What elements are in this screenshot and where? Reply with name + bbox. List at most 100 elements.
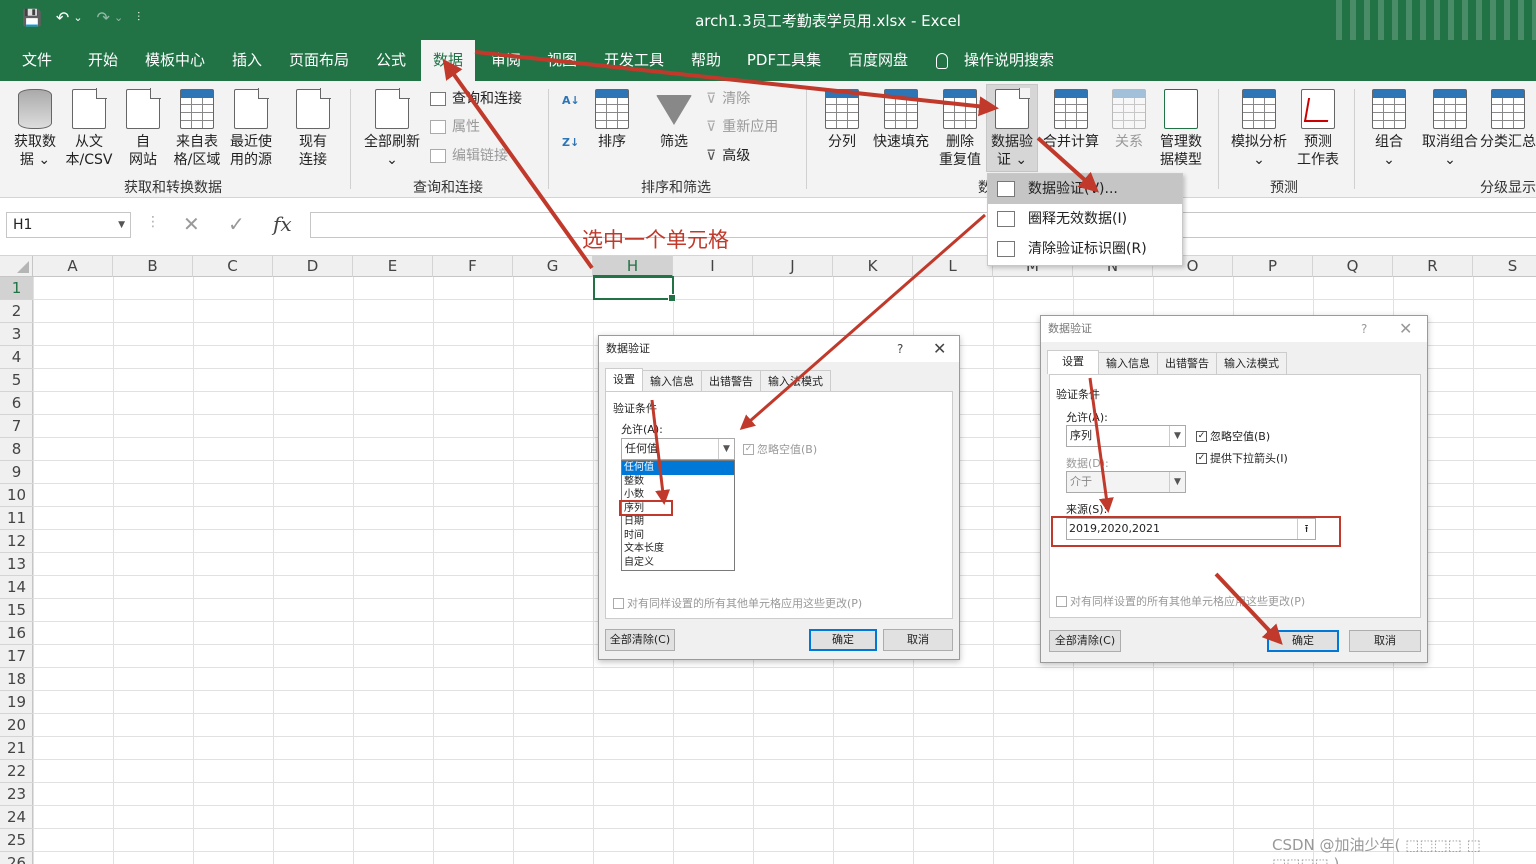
- row-header-3[interactable]: 3: [0, 323, 33, 346]
- column-header-c[interactable]: C: [193, 256, 273, 277]
- tab-settings[interactable]: 设置: [1047, 350, 1099, 374]
- remove-duplicates-button[interactable]: 删除 重复值: [936, 89, 984, 169]
- sort-button[interactable]: 排序: [590, 89, 634, 151]
- column-header-d[interactable]: D: [273, 256, 353, 277]
- edit-links-button[interactable]: 编辑链接: [430, 145, 508, 167]
- list-item[interactable]: 任何值: [622, 461, 734, 475]
- sort-descending-button[interactable]: Z↓: [562, 137, 579, 149]
- row-header-14[interactable]: 14: [0, 576, 33, 599]
- row-header-11[interactable]: 11: [0, 507, 33, 530]
- row-header-18[interactable]: 18: [0, 668, 33, 691]
- column-header-i[interactable]: I: [673, 256, 753, 277]
- refresh-all-button[interactable]: 全部刷新 ⌄: [358, 88, 426, 169]
- queries-connections-button[interactable]: 查询和连接: [430, 88, 522, 110]
- allow-select[interactable]: 序列 ▼: [1066, 425, 1186, 447]
- forecast-sheet-button[interactable]: 预测 工作表: [1292, 89, 1344, 169]
- ungroup-button[interactable]: 取消组合 ⌄: [1416, 89, 1484, 169]
- tab-review[interactable]: 审阅: [481, 40, 531, 81]
- name-box[interactable]: H1 ▼: [6, 212, 131, 238]
- row-header-10[interactable]: 10: [0, 484, 33, 507]
- column-header-h[interactable]: H: [593, 256, 673, 277]
- column-header-q[interactable]: Q: [1313, 256, 1393, 277]
- row-header-16[interactable]: 16: [0, 622, 33, 645]
- text-to-columns-button[interactable]: 分列: [820, 89, 864, 151]
- filter-button[interactable]: 筛选: [652, 89, 696, 151]
- get-data-button[interactable]: 获取数 据 ⌄: [8, 89, 62, 169]
- tab-error-alert[interactable]: 出错警告: [701, 370, 761, 392]
- select-all-corner[interactable]: [0, 256, 33, 277]
- in-cell-dropdown-checkbox[interactable]: ✓ 提供下拉箭头(I): [1196, 450, 1288, 466]
- row-header-2[interactable]: 2: [0, 300, 33, 323]
- column-header-a[interactable]: A: [33, 256, 113, 277]
- from-web-button[interactable]: 自 网站: [122, 88, 164, 169]
- row-header-13[interactable]: 13: [0, 553, 33, 576]
- row-header-15[interactable]: 15: [0, 599, 33, 622]
- column-header-e[interactable]: E: [353, 256, 433, 277]
- data-select[interactable]: 介于 ▼: [1066, 471, 1186, 493]
- row-header-22[interactable]: 22: [0, 760, 33, 783]
- row-header-25[interactable]: 25: [0, 829, 33, 852]
- ignore-blank-checkbox[interactable]: ✓ 忽略空值(B): [1196, 428, 1270, 444]
- row-header-6[interactable]: 6: [0, 392, 33, 415]
- column-header-l[interactable]: L: [913, 256, 993, 277]
- column-header-k[interactable]: K: [833, 256, 913, 277]
- column-header-b[interactable]: B: [113, 256, 193, 277]
- ok-button[interactable]: 确定: [1267, 630, 1339, 652]
- list-item[interactable]: 自定义: [622, 556, 734, 570]
- row-header-23[interactable]: 23: [0, 783, 33, 806]
- apply-all-checkbox[interactable]: 对有同样设置的所有其他单元格应用这些更改(P): [1056, 593, 1305, 609]
- tab-input-message[interactable]: 输入信息: [642, 370, 702, 392]
- chevron-down-icon[interactable]: ▼: [1169, 426, 1185, 446]
- ok-button[interactable]: 确定: [809, 629, 877, 651]
- menu-item-circle-invalid[interactable]: 圈释无效数据(I): [988, 204, 1182, 234]
- tab-input-message[interactable]: 输入信息: [1098, 352, 1158, 374]
- row-header-17[interactable]: 17: [0, 645, 33, 668]
- list-item[interactable]: 日期: [622, 515, 734, 529]
- data-validation-button[interactable]: 数据验 证 ⌄: [986, 84, 1038, 172]
- row-header-8[interactable]: 8: [0, 438, 33, 461]
- properties-button[interactable]: 属性: [430, 116, 480, 138]
- tab-file[interactable]: 文件: [12, 40, 62, 81]
- clear-all-button[interactable]: 全部清除(C): [1049, 630, 1121, 652]
- row-header-19[interactable]: 19: [0, 691, 33, 714]
- tell-me-search[interactable]: 操作说明搜索: [936, 40, 1076, 81]
- column-header-f[interactable]: F: [433, 256, 513, 277]
- close-icon[interactable]: ✕: [933, 336, 946, 362]
- tab-home[interactable]: 开始: [78, 40, 128, 81]
- tab-error-alert[interactable]: 出错警告: [1157, 352, 1217, 374]
- allow-select[interactable]: 任何值 ▼: [621, 438, 735, 460]
- clear-filter-button[interactable]: ⊽ 清除: [706, 88, 750, 110]
- enter-icon[interactable]: ✓: [228, 212, 245, 236]
- relationships-button[interactable]: 关系: [1106, 89, 1152, 151]
- row-header-1[interactable]: 1: [0, 277, 33, 300]
- advanced-filter-button[interactable]: ⊽ 高级: [706, 145, 750, 167]
- row-header-24[interactable]: 24: [0, 806, 33, 829]
- menu-item-clear-circles[interactable]: 清除验证标识圈(R): [988, 234, 1182, 264]
- ignore-blank-checkbox[interactable]: ✓ 忽略空值(B): [743, 441, 817, 457]
- tab-settings[interactable]: 设置: [605, 368, 643, 392]
- row-header-7[interactable]: 7: [0, 415, 33, 438]
- tab-insert[interactable]: 插入: [222, 40, 272, 81]
- cancel-icon[interactable]: ✕: [183, 212, 200, 236]
- sort-ascending-button[interactable]: A↓: [562, 95, 580, 107]
- row-header-26[interactable]: 26: [0, 852, 33, 864]
- tab-data[interactable]: 数据: [421, 40, 475, 81]
- cancel-button[interactable]: 取消: [1349, 630, 1421, 652]
- row-header-4[interactable]: 4: [0, 346, 33, 369]
- insert-function-icon[interactable]: fx: [273, 212, 292, 236]
- chevron-down-icon[interactable]: ▼: [718, 439, 734, 459]
- row-header-9[interactable]: 9: [0, 461, 33, 484]
- menu-item-data-validation[interactable]: 数据验证(V)...: [988, 174, 1182, 204]
- list-item[interactable]: 文本长度: [622, 542, 734, 556]
- tab-help[interactable]: 帮助: [681, 40, 731, 81]
- help-icon[interactable]: ?: [1361, 316, 1367, 342]
- existing-connections-button[interactable]: 现有 连接: [288, 88, 338, 169]
- from-table-range-button[interactable]: 来自表 格/区域: [170, 89, 224, 169]
- tab-developer[interactable]: 开发工具: [598, 40, 670, 81]
- reapply-button[interactable]: ⊽ 重新应用: [706, 116, 778, 138]
- row-header-12[interactable]: 12: [0, 530, 33, 553]
- tab-ime-mode[interactable]: 输入法模式: [1216, 352, 1287, 374]
- close-icon[interactable]: ✕: [1399, 316, 1412, 342]
- from-text-csv-button[interactable]: 从文 本/CSV: [62, 88, 116, 169]
- tab-pdf-tools[interactable]: PDF工具集: [744, 40, 824, 81]
